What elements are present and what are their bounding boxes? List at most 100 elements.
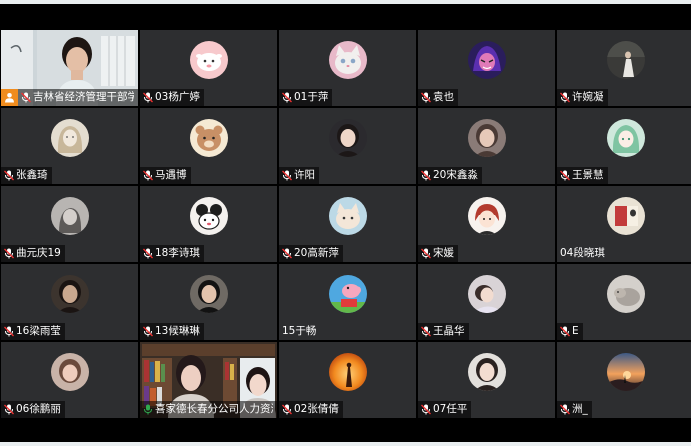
participant-name-bar: 张鑫琦	[1, 167, 52, 184]
participant-name: 张鑫琦	[16, 169, 48, 181]
participant-name: 18李诗琪	[155, 247, 200, 259]
top-toolbar	[0, 4, 691, 30]
participant-avatar	[189, 119, 228, 157]
mic-muted-icon	[557, 167, 572, 184]
participant-name: 袁也	[433, 91, 454, 103]
participant-tile[interactable]: E	[557, 264, 691, 340]
participant-tile[interactable]: 07任平	[418, 342, 555, 418]
participant-name: 洲_	[572, 403, 588, 415]
participant-name: 15于畅	[282, 325, 317, 337]
participant-tile[interactable]: 宋媛	[418, 186, 555, 262]
participant-tile[interactable]: 06徐鹏丽	[1, 342, 138, 418]
participant-avatar	[328, 41, 367, 79]
participant-tile[interactable]: 喜家德长春分公司人力资源部	[140, 342, 277, 418]
participant-tile[interactable]: 15于畅	[279, 264, 416, 340]
participant-tile[interactable]: 01于萍	[279, 30, 416, 106]
participant-name: 宋媛	[433, 247, 454, 259]
mic-muted-icon	[140, 167, 155, 184]
participant-avatar	[467, 197, 506, 235]
mic-muted-icon	[140, 245, 155, 262]
participant-avatar	[467, 353, 506, 391]
participant-tile[interactable]: 16梁雨莹	[1, 264, 138, 340]
participant-name-bar: 宋媛	[418, 245, 458, 262]
mic-muted-icon	[557, 401, 572, 418]
participant-name-bar: 20宋鑫淼	[418, 167, 482, 184]
mic-muted-icon	[1, 245, 16, 262]
participant-gallery: 吉林省经济管理干部学院 03杨广婷 01于萍 袁也 许婉凝张鑫琦 马遇博 许阳 20宋鑫淼 王景…	[1, 30, 691, 418]
participant-tile[interactable]: 03杨广婷	[140, 30, 277, 106]
participant-name: 王景慧	[572, 169, 604, 181]
mic-muted-icon	[418, 167, 433, 184]
host-user-icon	[1, 89, 18, 106]
participant-name-bar: 曲元庆19	[1, 245, 65, 262]
participant-name: 03杨广婷	[155, 91, 200, 103]
participant-name: 13候琳琳	[155, 325, 200, 337]
participant-name: 04段晓琪	[560, 247, 605, 259]
participant-avatar	[606, 197, 645, 235]
participant-name-bar: 16梁雨莹	[1, 323, 65, 340]
participant-avatar	[328, 353, 367, 391]
participant-tile[interactable]: 许婉凝	[557, 30, 691, 106]
participant-name-bar: E	[557, 323, 583, 340]
participant-avatar	[50, 353, 89, 391]
participant-name-bar: 袁也	[418, 89, 458, 106]
participant-name-bar: 洲_	[557, 401, 592, 418]
mic-muted-icon	[557, 323, 572, 340]
participant-name-bar: 13候琳琳	[140, 323, 204, 340]
mic-muted-icon	[418, 323, 433, 340]
participant-name: 王晶华	[433, 325, 465, 337]
participant-name-bar: 04段晓琪	[557, 245, 609, 262]
participant-name: 20宋鑫淼	[433, 169, 478, 181]
participant-tile[interactable]: 13候琳琳	[140, 264, 277, 340]
participant-name: 喜家德长春分公司人力资源部	[155, 403, 273, 415]
window-bottom-border	[0, 442, 691, 446]
participant-name: 许婉凝	[572, 91, 604, 103]
participant-name: 吉林省经济管理干部学院	[33, 91, 134, 103]
participant-avatar	[467, 41, 506, 79]
participant-avatar	[50, 275, 89, 313]
participant-avatar	[189, 197, 228, 235]
mic-muted-icon	[18, 89, 33, 106]
participant-tile[interactable]: 曲元庆19	[1, 186, 138, 262]
participant-name: 20高新萍	[294, 247, 339, 259]
participant-tile[interactable]: 18李诗琪	[140, 186, 277, 262]
participant-name: 07任平	[433, 403, 468, 415]
mic-muted-icon	[279, 245, 294, 262]
mic-muted-icon	[1, 323, 16, 340]
participant-name-bar: 03杨广婷	[140, 89, 204, 106]
participant-tile[interactable]: 02张倩倩	[279, 342, 416, 418]
participant-tile[interactable]: 20高新萍	[279, 186, 416, 262]
participant-avatar	[606, 41, 645, 79]
mic-muted-icon	[1, 167, 16, 184]
mic-muted-icon	[279, 167, 294, 184]
participant-tile[interactable]: 王晶华	[418, 264, 555, 340]
participant-name: 01于萍	[294, 91, 329, 103]
participant-avatar	[50, 119, 89, 157]
mic-muted-icon	[418, 245, 433, 262]
participant-name-bar: 许阳	[279, 167, 319, 184]
participant-tile[interactable]: 洲_	[557, 342, 691, 418]
participant-tile[interactable]: 张鑫琦	[1, 108, 138, 184]
mic-muted-icon	[140, 89, 155, 106]
mic-muted-icon	[279, 89, 294, 106]
participant-tile[interactable]: 王景慧	[557, 108, 691, 184]
participant-avatar	[328, 119, 367, 157]
participant-tile[interactable]: 马遇博	[140, 108, 277, 184]
participant-name-bar: 18李诗琪	[140, 245, 204, 262]
participant-name-bar: 吉林省经济管理干部学院	[1, 89, 138, 106]
participant-avatar	[606, 353, 645, 391]
participant-tile[interactable]: 20宋鑫淼	[418, 108, 555, 184]
participant-name-bar: 06徐鹏丽	[1, 401, 65, 418]
participant-tile[interactable]: 袁也	[418, 30, 555, 106]
participant-name-bar: 王晶华	[418, 323, 469, 340]
participant-tile[interactable]: 许阳	[279, 108, 416, 184]
participant-name-bar: 15于畅	[279, 323, 320, 340]
mic-muted-icon	[418, 89, 433, 106]
participant-tile[interactable]: 吉林省经济管理干部学院	[1, 30, 138, 106]
participant-name: 许阳	[294, 169, 315, 181]
participant-avatar	[50, 197, 89, 235]
participant-name-bar: 喜家德长春分公司人力资源部	[140, 401, 277, 418]
participant-tile[interactable]: 04段晓琪	[557, 186, 691, 262]
mic-active-icon	[140, 401, 155, 418]
participant-name-bar: 07任平	[418, 401, 472, 418]
